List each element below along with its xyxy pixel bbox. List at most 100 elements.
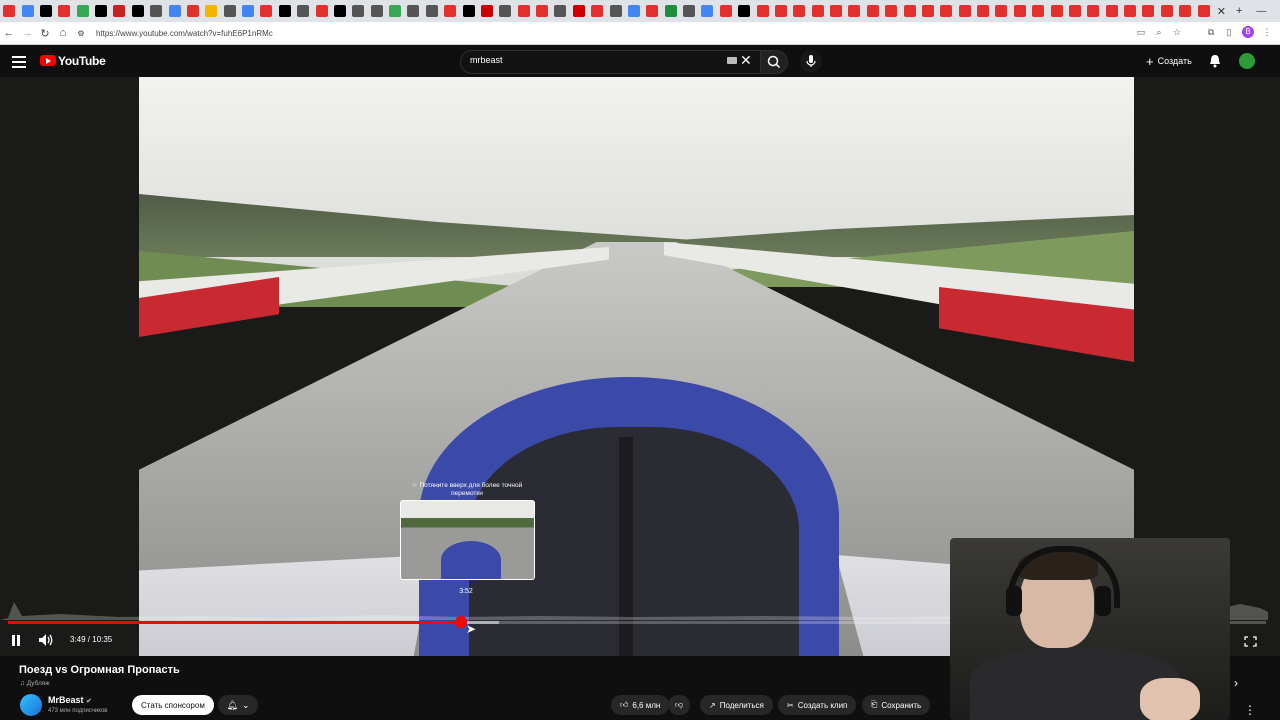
tab-favicon[interactable] bbox=[719, 5, 732, 17]
tab-favicon[interactable] bbox=[591, 5, 604, 17]
tab-favicon[interactable] bbox=[1032, 5, 1045, 17]
like-button[interactable]: 👍︎ 6,6 млн bbox=[611, 695, 670, 715]
tab-favicon[interactable] bbox=[480, 5, 493, 17]
save-button[interactable]: ⎗ Сохранить bbox=[862, 695, 931, 715]
tab-favicon[interactable] bbox=[315, 5, 328, 17]
subscription-bell-button[interactable]: 🔔︎ ⌄ bbox=[218, 695, 258, 715]
share-button[interactable]: ↗ Поделиться bbox=[700, 695, 773, 715]
search-query[interactable]: mrbeast bbox=[470, 55, 503, 65]
voice-search-button[interactable] bbox=[800, 50, 822, 72]
tab-favicon[interactable] bbox=[205, 5, 218, 17]
tab-favicon[interactable] bbox=[830, 5, 843, 17]
back-icon[interactable]: ← bbox=[0, 27, 18, 39]
tab-favicon[interactable] bbox=[921, 5, 934, 17]
volume-button[interactable] bbox=[38, 633, 54, 652]
tab-favicon[interactable] bbox=[977, 5, 990, 17]
tab-favicon[interactable] bbox=[1179, 5, 1192, 17]
tab-favicon[interactable] bbox=[499, 5, 512, 17]
tab-favicon[interactable] bbox=[903, 5, 916, 17]
zoom-icon[interactable]: ⌕ bbox=[1154, 27, 1164, 37]
tab-favicon[interactable] bbox=[793, 5, 806, 17]
tab-favicon[interactable] bbox=[113, 5, 126, 17]
tab-favicon[interactable] bbox=[646, 5, 659, 17]
tab-favicon[interactable] bbox=[297, 5, 310, 17]
tab-favicon[interactable] bbox=[572, 5, 585, 17]
tab-favicon[interactable] bbox=[701, 5, 714, 17]
tab-favicon[interactable] bbox=[1087, 5, 1100, 17]
install-icon[interactable]: ▭ bbox=[1136, 27, 1146, 37]
more-actions-icon[interactable]: ⋮ bbox=[1244, 703, 1256, 717]
tab-favicon[interactable] bbox=[958, 5, 971, 17]
channel-avatar[interactable] bbox=[20, 694, 42, 716]
chevron-right-icon[interactable]: › bbox=[1234, 676, 1238, 690]
hamburger-menu-icon[interactable] bbox=[12, 56, 26, 68]
tab-favicon[interactable] bbox=[462, 5, 475, 17]
tab-favicon[interactable] bbox=[1050, 5, 1063, 17]
pause-button[interactable] bbox=[12, 633, 22, 646]
account-avatar[interactable] bbox=[1239, 53, 1255, 69]
tab-favicon[interactable] bbox=[995, 5, 1008, 17]
home-icon[interactable]: ⌂ bbox=[54, 27, 72, 39]
tab-favicon[interactable] bbox=[278, 5, 291, 17]
clip-button[interactable]: ✂ Создать клип bbox=[778, 695, 857, 715]
dislike-button[interactable]: 👎︎ bbox=[668, 695, 691, 715]
youtube-logo-icon[interactable] bbox=[40, 55, 56, 66]
tab-favicon[interactable] bbox=[756, 5, 769, 17]
tab-favicon[interactable] bbox=[536, 5, 549, 17]
tab-favicon[interactable] bbox=[738, 5, 751, 17]
tab-favicon[interactable] bbox=[1124, 5, 1137, 17]
youtube-logo-text[interactable]: YouTube bbox=[58, 54, 106, 68]
fullscreen-button[interactable] bbox=[1244, 634, 1257, 647]
tab-favicon[interactable] bbox=[517, 5, 530, 17]
search-button[interactable] bbox=[760, 50, 788, 74]
tab-favicon[interactable] bbox=[389, 5, 402, 17]
tab-favicon[interactable] bbox=[352, 5, 365, 17]
tab-favicon[interactable] bbox=[848, 5, 861, 17]
tab-favicon[interactable] bbox=[407, 5, 420, 17]
tab-favicon[interactable] bbox=[885, 5, 898, 17]
tab-favicon[interactable] bbox=[260, 5, 273, 17]
keyboard-icon[interactable] bbox=[727, 57, 737, 64]
tab-favicon[interactable] bbox=[1105, 5, 1118, 17]
channel-name[interactable]: MrBeast ✔ bbox=[48, 695, 92, 705]
search-input[interactable] bbox=[460, 50, 762, 74]
clear-search-icon[interactable]: ✕ bbox=[740, 52, 752, 69]
tab-favicon[interactable] bbox=[370, 5, 383, 17]
tab-favicon[interactable] bbox=[58, 5, 71, 17]
tab-favicon[interactable] bbox=[866, 5, 879, 17]
tab-favicon[interactable] bbox=[21, 5, 34, 17]
tab-favicon[interactable] bbox=[811, 5, 824, 17]
tab-favicon[interactable] bbox=[95, 5, 108, 17]
minimize-icon[interactable]: — bbox=[1256, 6, 1266, 17]
tab-favicon[interactable] bbox=[1013, 5, 1026, 17]
tab-favicon[interactable] bbox=[554, 5, 567, 17]
tab-favicon[interactable] bbox=[186, 5, 199, 17]
tab-favicon[interactable] bbox=[242, 5, 255, 17]
profile-avatar[interactable]: B bbox=[1242, 26, 1254, 38]
close-tab-icon[interactable]: ✕ bbox=[1217, 5, 1226, 18]
tab-favicon[interactable] bbox=[333, 5, 346, 17]
tab-favicon[interactable] bbox=[425, 5, 438, 17]
new-tab-icon[interactable]: + bbox=[1236, 5, 1242, 17]
tab-favicon[interactable] bbox=[39, 5, 52, 17]
tab-favicon[interactable] bbox=[627, 5, 640, 17]
create-button[interactable]: + Создать bbox=[1140, 52, 1198, 70]
tab-favicon[interactable] bbox=[1160, 5, 1173, 17]
tab-favicon[interactable] bbox=[131, 5, 144, 17]
sponsor-button[interactable]: Стать спонсором bbox=[132, 695, 214, 715]
tab-favicon[interactable] bbox=[609, 5, 622, 17]
tab-favicon[interactable] bbox=[1068, 5, 1081, 17]
address-bar-url[interactable]: https://www.youtube.com/watch?v=fuhE6P1n… bbox=[96, 29, 273, 38]
notifications-button[interactable] bbox=[1208, 53, 1222, 74]
browser-menu-icon[interactable]: ⋮ bbox=[1262, 27, 1272, 37]
extensions-icon[interactable]: ⧉ bbox=[1206, 27, 1216, 37]
tab-favicon[interactable] bbox=[1197, 5, 1210, 17]
tab-favicon[interactable] bbox=[664, 5, 677, 17]
forward-icon[interactable]: → bbox=[18, 27, 36, 39]
site-info-icon[interactable]: ⚙ bbox=[72, 29, 90, 38]
tab-favicon[interactable] bbox=[683, 5, 696, 17]
tab-favicon[interactable] bbox=[3, 5, 16, 17]
tab-favicon[interactable] bbox=[223, 5, 236, 17]
tab-favicon[interactable] bbox=[76, 5, 89, 17]
tab-favicon[interactable] bbox=[940, 5, 953, 17]
